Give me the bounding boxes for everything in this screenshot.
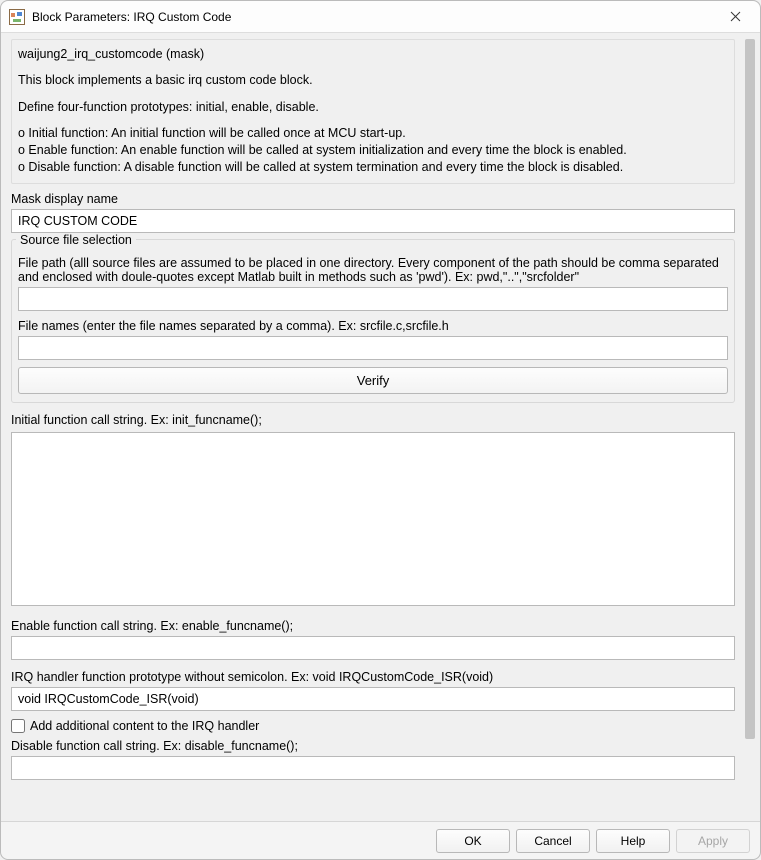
disable-fn-label: Disable function call string. Ex: disabl… <box>11 739 735 753</box>
help-button[interactable]: Help <box>596 829 670 853</box>
cancel-button[interactable]: Cancel <box>516 829 590 853</box>
enable-fn-input[interactable] <box>11 636 735 660</box>
add-content-label: Add additional content to the IRQ handle… <box>30 719 259 733</box>
app-icon <box>9 9 25 25</box>
file-names-label: File names (enter the file names separat… <box>18 319 728 333</box>
disable-fn-input[interactable] <box>11 756 735 780</box>
irq-proto-label: IRQ handler function prototype without s… <box>11 670 735 684</box>
file-path-input[interactable] <box>18 287 728 311</box>
initial-fn-label: Initial function call string. Ex: init_f… <box>11 413 735 427</box>
desc-bullet-1: o Initial function: An initial function … <box>18 125 728 142</box>
desc-line-1: This block implements a basic irq custom… <box>18 72 728 88</box>
source-file-group: Source file selection File path (alll so… <box>11 239 735 403</box>
file-path-label: File path (alll source files are assumed… <box>18 256 728 284</box>
parameter-pane: waijung2_irq_customcode (mask) This bloc… <box>1 33 743 821</box>
mask-type-line: waijung2_irq_customcode (mask) <box>18 46 728 62</box>
vertical-scrollbar[interactable] <box>743 37 758 817</box>
close-icon <box>730 11 741 22</box>
desc-bullet-2: o Enable function: An enable function wi… <box>18 142 728 159</box>
initial-fn-input[interactable] <box>11 432 735 606</box>
add-content-row: Add additional content to the IRQ handle… <box>11 719 735 733</box>
desc-line-2: Define four-function prototypes: initial… <box>18 99 728 115</box>
window-title: Block Parameters: IRQ Custom Code <box>32 10 231 24</box>
enable-fn-label: Enable function call string. Ex: enable_… <box>11 619 735 633</box>
add-content-checkbox[interactable] <box>11 719 25 733</box>
content-area: waijung2_irq_customcode (mask) This bloc… <box>1 33 760 821</box>
source-file-legend: Source file selection <box>16 233 136 247</box>
file-names-input[interactable] <box>18 336 728 360</box>
close-button[interactable] <box>712 2 758 32</box>
irq-proto-input[interactable] <box>11 687 735 711</box>
verify-button[interactable]: Verify <box>18 367 728 394</box>
mask-display-name-input[interactable] <box>11 209 735 233</box>
description-box: waijung2_irq_customcode (mask) This bloc… <box>11 39 735 184</box>
apply-button[interactable]: Apply <box>676 829 750 853</box>
scroll-thumb[interactable] <box>745 39 755 739</box>
ok-button[interactable]: OK <box>436 829 510 853</box>
desc-bullet-3: o Disable function: A disable function w… <box>18 159 728 176</box>
dialog-button-bar: OK Cancel Help Apply <box>1 821 760 859</box>
mask-display-name-label: Mask display name <box>11 192 735 206</box>
titlebar: Block Parameters: IRQ Custom Code <box>1 1 760 33</box>
